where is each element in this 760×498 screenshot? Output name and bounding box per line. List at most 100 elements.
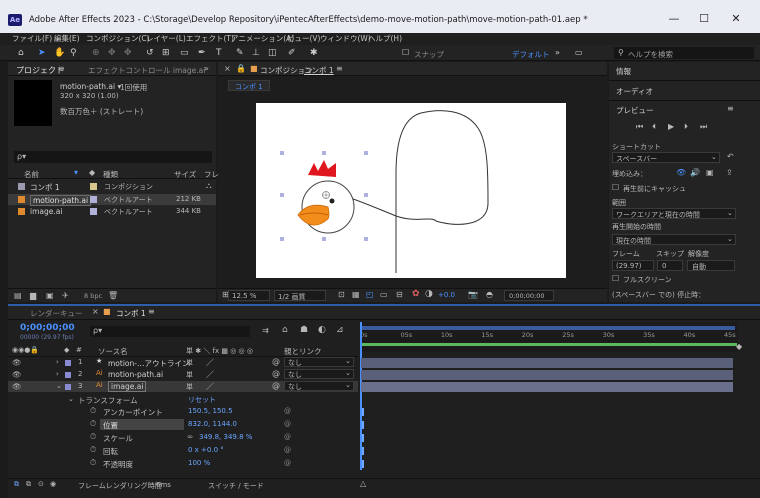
audio-panel-tab[interactable]: オーディオ — [616, 86, 653, 97]
monitor-icon[interactable]: ▭ — [575, 48, 583, 57]
expand-chevron-icon[interactable]: › — [56, 370, 59, 378]
constrain-proportions-icon[interactable]: ∞ — [187, 432, 193, 441]
expression-pickwhip-icon[interactable]: @ — [284, 407, 291, 415]
toggle-in-out-icon[interactable]: ◉ — [50, 480, 56, 488]
layer-row[interactable]: 👁 ⌄ 3 Ai image.ai 単 ／ @ なし ⌄ — [8, 381, 358, 392]
project-menu-icon[interactable]: ≡ — [58, 64, 65, 73]
workspace-more[interactable]: » — [555, 48, 560, 57]
include-overlay-icon[interactable]: ▣ — [706, 168, 714, 177]
menu-help[interactable]: ヘルプ(H) — [368, 33, 402, 44]
expand-chevron-icon[interactable]: › — [56, 358, 59, 366]
motion-path-line[interactable] — [337, 110, 489, 273]
zoom-end-marker-icon[interactable]: ◆ — [736, 342, 742, 351]
toggle-modes-icon[interactable]: ⧉ — [26, 480, 31, 489]
close-button[interactable]: ✕ — [726, 12, 746, 25]
expand-chevron-icon[interactable]: ⌄ — [56, 382, 62, 390]
layer-switch[interactable]: 単 — [186, 370, 193, 380]
parent-dropdown[interactable]: なし ⌄ — [284, 381, 354, 391]
keyframe-marker[interactable] — [362, 434, 364, 442]
project-item-row[interactable]: motion-path.ai ベクトルアート 212 KB — [8, 194, 216, 206]
puppet-tool-icon[interactable]: ✱ — [310, 48, 318, 58]
keyframe-marker[interactable] — [362, 421, 364, 429]
property-value[interactable]: 100 % — [188, 459, 210, 467]
region-of-interest-icon[interactable]: ⊡ — [338, 290, 345, 299]
visibility-eye-icon[interactable]: 👁 — [12, 370, 22, 379]
property-name[interactable]: 回転 — [103, 446, 118, 457]
column-name[interactable]: 名前 — [24, 169, 39, 180]
export-icon[interactable]: ⇪ — [726, 168, 733, 177]
column-source-name[interactable]: ソース名 — [98, 346, 128, 357]
layer-name[interactable]: motion-path.ai — [108, 370, 163, 379]
property-value[interactable]: 349.8, 349.8 % — [199, 433, 252, 441]
composition-menu-icon[interactable]: ≡ — [336, 64, 343, 73]
include-audio-icon[interactable]: 🔊 — [690, 168, 700, 177]
layer-duration-bar[interactable] — [361, 370, 733, 380]
start-dropdown[interactable]: 現在の時間 ⌄ — [612, 234, 736, 245]
column-size[interactable]: サイズ — [174, 169, 196, 180]
first-frame-icon[interactable]: ⏮ — [636, 122, 643, 132]
property-name[interactable]: 位置 — [103, 420, 118, 431]
zoom-out-icon[interactable]: △ — [360, 479, 366, 488]
sort-chevron-icon[interactable]: ▾ — [74, 168, 78, 177]
comp-mini-flowchart-icon[interactable]: ⇉ — [262, 326, 269, 335]
toggle-render-icon[interactable]: ⊙ — [38, 480, 44, 488]
close-tab-icon[interactable]: × — [224, 64, 231, 73]
stopwatch-icon[interactable]: ⏱ — [90, 406, 96, 416]
menu-animation[interactable]: アニメーション(A) — [231, 33, 294, 44]
timeline-timecode[interactable]: 0;00;00;00 — [20, 323, 75, 333]
keyframe-marker[interactable] — [362, 460, 364, 468]
shy-icon[interactable]: ☗ — [300, 325, 308, 335]
pickwhip-icon[interactable]: @ — [272, 357, 280, 366]
snapshot-icon[interactable]: 📷 — [468, 290, 478, 299]
channel-icon[interactable]: ✿ — [412, 289, 420, 299]
quality-slash-icon[interactable]: ／ — [206, 357, 214, 368]
selection-tool-icon[interactable]: ➤ — [38, 48, 46, 58]
brush-tool-icon[interactable]: ✎ — [236, 48, 244, 58]
transform-reset-link[interactable]: リセット — [188, 395, 216, 405]
menu-window[interactable]: ウィンドウ(W) — [320, 33, 371, 44]
column-type[interactable]: 種類 — [103, 169, 118, 180]
expression-pickwhip-icon[interactable]: @ — [284, 459, 291, 467]
include-video-icon[interactable]: 👁 — [676, 168, 686, 177]
rotate-tool-icon[interactable]: ↺ — [146, 48, 154, 58]
composition-canvas[interactable] — [256, 103, 566, 278]
menu-file[interactable]: ファイル(F) — [12, 33, 52, 44]
menu-composition[interactable]: コンポジション(C) — [86, 33, 150, 44]
stopwatch-icon[interactable]: ⏱ — [90, 419, 96, 429]
next-frame-icon[interactable]: ⏵ — [684, 122, 688, 132]
switch-mode-toggle[interactable]: スイッチ / モード — [208, 481, 264, 491]
interpret-footage-icon[interactable]: ▤ — [14, 291, 22, 300]
workspace-default[interactable]: デフォルト — [512, 49, 550, 60]
stopwatch-icon[interactable]: ⏱ — [90, 432, 96, 442]
visibility-eye-icon[interactable]: 👁 — [12, 358, 22, 367]
toggle-switches-icon[interactable]: ⧉ — [14, 480, 19, 489]
timeline-menu-icon[interactable]: ≡ — [148, 307, 155, 316]
home-icon[interactable]: ⌂ — [18, 48, 24, 58]
reset-shortcut-icon[interactable]: ↶ — [727, 152, 734, 161]
layer-duration-bar[interactable] — [361, 358, 733, 368]
transform-expand-icon[interactable]: ⌄ — [68, 395, 74, 403]
layer-row[interactable]: 👁 › 2 Ai motion-path.ai 単 ／ @ なし ⌄ — [8, 369, 358, 380]
new-folder-icon[interactable]: ▆ — [30, 291, 36, 300]
menu-effect[interactable]: エフェクト(T) — [186, 33, 234, 44]
layer-switch[interactable]: 単 — [186, 358, 193, 368]
comp-sub-tab[interactable]: コンポ 1 — [228, 80, 270, 91]
menu-edit[interactable]: 編集(E) — [54, 33, 80, 44]
adjust-icon[interactable]: ✈ — [62, 291, 69, 300]
lock-icon[interactable]: 🔒 — [236, 64, 246, 73]
preview-resolution-dropdown[interactable]: 自動 — [687, 260, 735, 271]
type-tool-icon[interactable]: T — [216, 48, 222, 58]
range-dropdown[interactable]: ワークエリアと現在の時間 ⌄ — [612, 208, 736, 219]
close-tab-icon[interactable]: × — [92, 307, 99, 316]
pickwhip-icon[interactable]: @ — [272, 381, 280, 390]
trash-icon[interactable]: 🗑 — [108, 291, 118, 300]
zoom-tool-icon[interactable]: ⚲ — [70, 48, 77, 58]
expression-pickwhip-icon[interactable]: @ — [284, 433, 291, 441]
column-frame[interactable]: フレ — [204, 169, 219, 180]
graph-editor-icon[interactable]: ⊿ — [336, 325, 344, 335]
preview-menu-icon[interactable]: ≡ — [727, 104, 734, 113]
resolution-dropdown[interactable]: 1/2 画質 — [274, 290, 326, 301]
eraser-tool-icon[interactable]: ◫ — [268, 48, 277, 58]
last-frame-icon[interactable]: ⏭ — [700, 122, 707, 132]
exposure-value[interactable]: +0.0 — [438, 291, 455, 299]
